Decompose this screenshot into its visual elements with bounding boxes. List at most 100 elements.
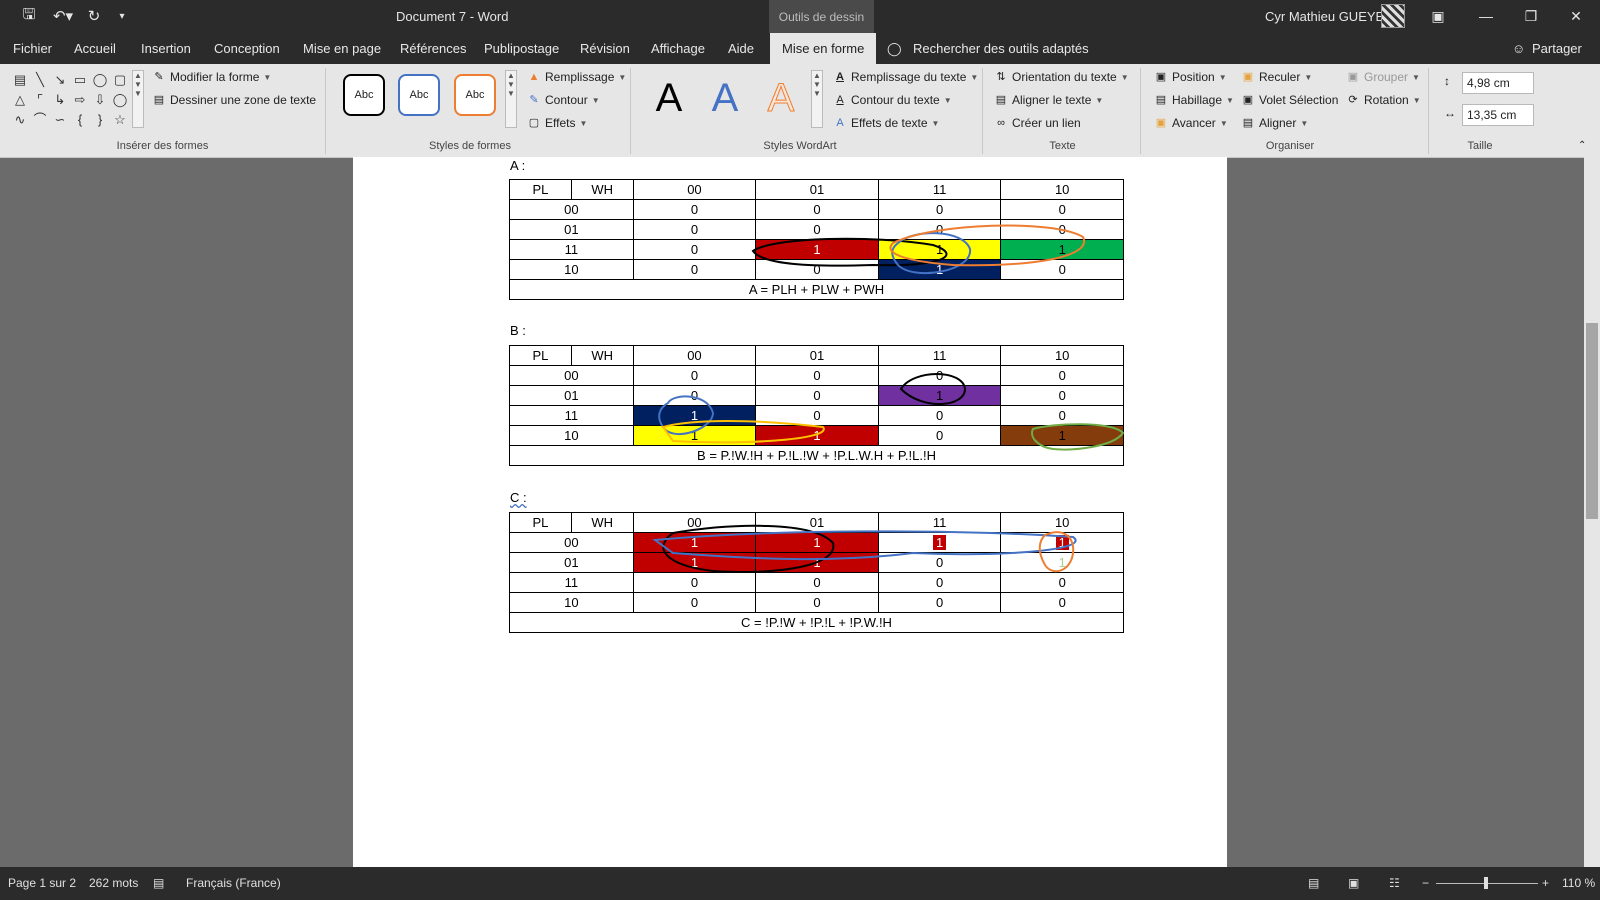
shape-height-input[interactable]: 4,98 cm bbox=[1462, 72, 1534, 94]
table-cell[interactable]: 0 bbox=[877, 405, 1002, 426]
shapes-gallery-more[interactable]: ▲ ▼ ▼ bbox=[132, 70, 144, 128]
vertical-scrollbar[interactable] bbox=[1584, 157, 1600, 867]
karnaugh-table-a[interactable]: PL WH 00 01 11 10 00 0 0 0 0 01 0 0 0 0 … bbox=[509, 179, 1124, 300]
table-cell-highlight[interactable]: 1 bbox=[632, 532, 757, 553]
table-cell[interactable]: 0 bbox=[755, 385, 879, 406]
table-cell[interactable]: 0 bbox=[755, 405, 879, 426]
text-direction-button[interactable]: ⇅ Orientation du texte ▼ bbox=[994, 70, 1128, 84]
zoom-slider-thumb[interactable] bbox=[1484, 877, 1488, 889]
table-cell[interactable]: 0 bbox=[755, 592, 879, 613]
oval-shape-icon[interactable]: ◯ bbox=[91, 71, 109, 89]
tab-publipostage[interactable]: Publipostage bbox=[484, 41, 559, 56]
table-cell-highlight[interactable]: 1 bbox=[632, 552, 757, 573]
print-layout-icon[interactable]: ▣ bbox=[1348, 876, 1359, 890]
table-cell[interactable]: 0 bbox=[632, 239, 757, 260]
triangle-shape-icon[interactable]: △ bbox=[11, 91, 29, 109]
table-cell[interactable]: 0 bbox=[1000, 405, 1124, 426]
group-button[interactable]: ▣ Grouper ▼ bbox=[1346, 70, 1420, 84]
web-layout-icon[interactable]: ☷ bbox=[1389, 876, 1400, 890]
left-brace-shape-icon[interactable]: { bbox=[71, 111, 89, 129]
tab-fichier[interactable]: Fichier bbox=[13, 41, 52, 56]
table-cell[interactable]: 1 bbox=[1000, 532, 1124, 553]
shape-fill-button[interactable]: ▲ Remplissage ▼ bbox=[527, 70, 627, 84]
shape-styles-more[interactable]: ▲ ▼ ▼ bbox=[505, 70, 517, 128]
table-cell[interactable]: 0 bbox=[1000, 259, 1124, 280]
right-brace-shape-icon[interactable]: } bbox=[91, 111, 109, 129]
read-mode-icon[interactable]: ▤ bbox=[1308, 876, 1319, 890]
proofing-icon[interactable]: ▤ bbox=[153, 876, 164, 890]
table-cell[interactable]: 0 bbox=[877, 552, 1002, 573]
down-arrow-shape-icon[interactable]: ⇩ bbox=[91, 91, 109, 109]
tab-conception[interactable]: Conception bbox=[214, 41, 280, 56]
rounded-rect-shape-icon[interactable]: ▢ bbox=[111, 71, 129, 89]
tab-revision[interactable]: Révision bbox=[580, 41, 630, 56]
tab-accueil[interactable]: Accueil bbox=[74, 41, 116, 56]
curve-shape-icon[interactable]: ∽ bbox=[51, 111, 69, 129]
textbox-shape-icon[interactable]: ▤ bbox=[11, 71, 29, 89]
right-arrow-shape-icon[interactable]: ⇨ bbox=[71, 91, 89, 109]
table-cell-highlight[interactable]: 1 bbox=[755, 552, 879, 573]
karnaugh-table-c[interactable]: PL WH 00 01 11 10 00 1 1 1 1 01 1 1 0 1 … bbox=[509, 512, 1124, 633]
rotate-button[interactable]: ⟳ Rotation ▼ bbox=[1346, 93, 1420, 107]
table-cell[interactable]: 0 bbox=[632, 592, 757, 613]
table-cell-highlight[interactable]: 1 bbox=[1000, 425, 1124, 446]
table-cell[interactable]: 0 bbox=[632, 219, 757, 240]
table-cell[interactable]: 0 bbox=[1000, 572, 1124, 593]
arrow-line-shape-icon[interactable]: ↘ bbox=[51, 71, 69, 89]
wordart-styles-more[interactable]: ▲ ▼ ▼ bbox=[811, 70, 823, 128]
close-icon[interactable]: ✕ bbox=[1566, 6, 1586, 26]
elbow-connector-icon[interactable]: ⌜ bbox=[31, 91, 49, 109]
user-name[interactable]: Cyr Mathieu GUEYE bbox=[1265, 9, 1384, 24]
tab-mise-en-forme[interactable]: Mise en forme bbox=[770, 33, 877, 64]
shape-style-black[interactable]: Abc bbox=[343, 74, 385, 116]
table-cell[interactable]: 0 bbox=[755, 365, 879, 386]
redo-icon[interactable]: ↻ bbox=[84, 5, 104, 27]
scrollbar-thumb[interactable] bbox=[1586, 323, 1598, 519]
table-cell-highlight[interactable]: 1 bbox=[755, 425, 879, 446]
table-cell[interactable]: 0 bbox=[755, 199, 879, 220]
line-shape-icon[interactable]: ╲ bbox=[31, 71, 49, 89]
create-link-button[interactable]: ∞ Créer un lien bbox=[994, 116, 1081, 130]
tell-me-search[interactable]: Rechercher des outils adaptés bbox=[913, 41, 1089, 56]
table-cell[interactable]: 0 bbox=[1000, 219, 1124, 240]
table-cell[interactable]: 0 bbox=[1000, 365, 1124, 386]
table-cell[interactable]: 0 bbox=[877, 365, 1002, 386]
table-cell[interactable]: 0 bbox=[632, 365, 757, 386]
wordart-style-blue[interactable]: A bbox=[700, 72, 750, 124]
shape-style-orange[interactable]: Abc bbox=[454, 74, 496, 116]
table-cell-highlight[interactable]: 1 bbox=[1000, 239, 1124, 260]
table-cell[interactable]: 0 bbox=[877, 592, 1002, 613]
customize-qat-icon[interactable]: ▾ bbox=[114, 5, 130, 27]
undo-icon[interactable]: ↶▾ bbox=[50, 5, 76, 27]
text-outline-button[interactable]: A Contour du texte ▼ bbox=[833, 93, 951, 107]
shape-width-input[interactable]: 13,35 cm bbox=[1462, 104, 1534, 126]
page-count[interactable]: Page 1 sur 2 bbox=[8, 876, 76, 890]
save-icon[interactable]: 🖫 bbox=[18, 5, 40, 27]
tab-references[interactable]: Références bbox=[400, 41, 466, 56]
word-count[interactable]: 262 mots bbox=[89, 876, 138, 890]
tab-insertion[interactable]: Insertion bbox=[141, 41, 191, 56]
scribble-shape-icon[interactable]: ∿ bbox=[11, 111, 29, 129]
elbow-arrow-icon[interactable]: ↳ bbox=[51, 91, 69, 109]
equation-cell[interactable]: B = P.!W.!H + P.!L.!W + !P.L.W.H + P.!L.… bbox=[509, 445, 1124, 466]
table-cell[interactable]: 0 bbox=[632, 199, 757, 220]
table-cell[interactable]: 0 bbox=[877, 199, 1002, 220]
table-cell[interactable]: 0 bbox=[632, 572, 757, 593]
table-cell[interactable]: 0 bbox=[1000, 199, 1124, 220]
table-cell[interactable]: 1 bbox=[1000, 552, 1124, 573]
selection-pane-button[interactable]: ▣ Volet Sélection bbox=[1241, 93, 1339, 107]
table-cell[interactable]: 0 bbox=[755, 572, 879, 593]
table-cell[interactable]: 0 bbox=[755, 219, 879, 240]
rectangle-shape-icon[interactable]: ▭ bbox=[71, 71, 89, 89]
table-cell[interactable]: 1 bbox=[877, 532, 1002, 553]
zoom-level[interactable]: 110 % bbox=[1562, 876, 1595, 890]
share-button[interactable]: Partager bbox=[1532, 41, 1582, 56]
wrap-text-button[interactable]: ▤ Habillage ▼ bbox=[1154, 93, 1234, 107]
edit-shape-button[interactable]: ✎ Modifier la forme ▼ bbox=[152, 70, 271, 84]
karnaugh-table-b[interactable]: PL WH 00 01 11 10 00 0 0 0 0 01 0 0 1 0 … bbox=[509, 345, 1124, 466]
maximize-icon[interactable]: ❐ bbox=[1521, 6, 1541, 26]
table-cell-highlight[interactable]: 1 bbox=[877, 239, 1002, 260]
collapse-ribbon-icon[interactable]: ⌃ bbox=[1578, 140, 1586, 151]
tab-mise-en-page[interactable]: Mise en page bbox=[303, 41, 381, 56]
table-cell[interactable]: 0 bbox=[632, 259, 757, 280]
